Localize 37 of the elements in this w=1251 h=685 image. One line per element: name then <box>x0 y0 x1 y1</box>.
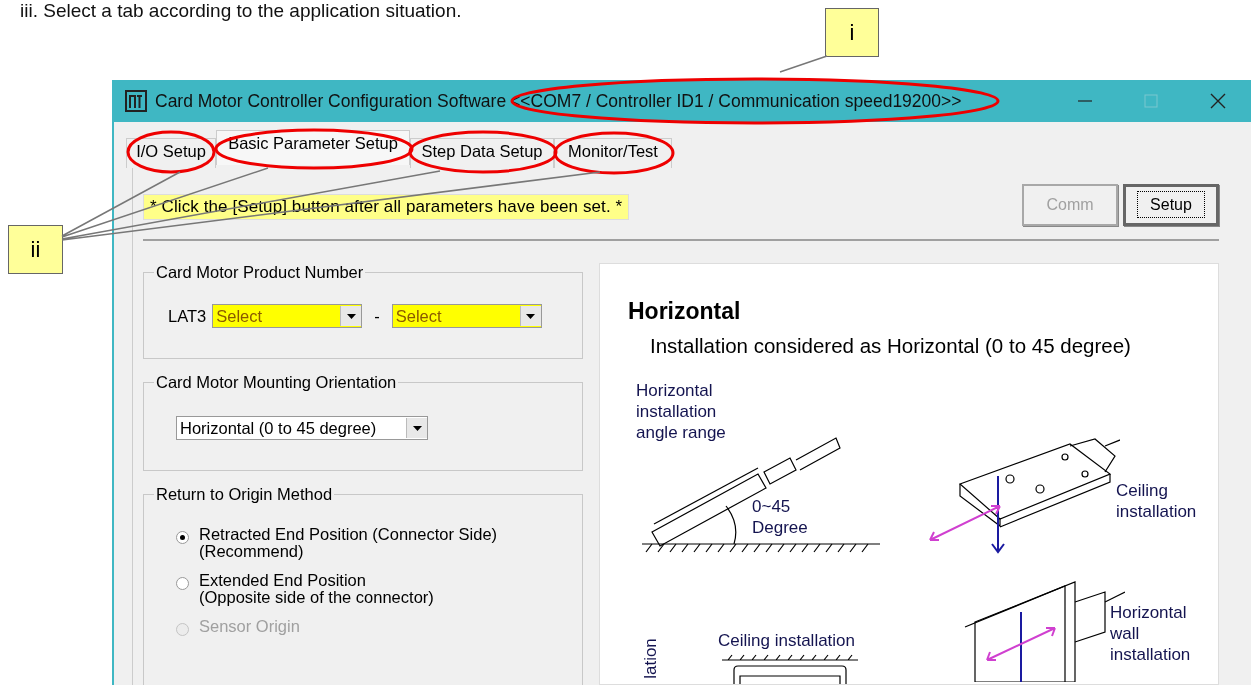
option-label: Retracted End Position (Connector Side) <box>199 526 498 543</box>
app-logo-icon <box>125 90 147 112</box>
radio-button[interactable] <box>176 531 189 544</box>
diagram-label: Ceiling installation <box>1116 480 1198 522</box>
dropdown-arrow-icon <box>412 425 422 431</box>
tab[interactable]: Step Data Setup <box>410 138 554 168</box>
diagram-label: lation <box>639 638 661 679</box>
close-icon[interactable] <box>1210 93 1226 109</box>
option-note: (Recommend) <box>199 543 305 560</box>
dropdown-arrow-icon <box>346 313 356 319</box>
preview-subtitle: Installation considered as Horizontal (0 to 45 degree) <box>650 334 1131 358</box>
diagram-label: Ceiling installation <box>718 630 856 651</box>
radio-button[interactable] <box>176 577 189 590</box>
group-title: Return to Origin Method <box>155 485 334 504</box>
preview-heading: Horizontal <box>628 298 741 325</box>
dropdown[interactable]: Select <box>391 304 542 328</box>
dropdown-arrow-icon <box>526 313 536 319</box>
callout-label: i <box>825 8 879 57</box>
group-title: Card Motor Product Number <box>155 263 365 282</box>
tab[interactable]: I/O Setup <box>126 138 216 168</box>
window-title: Card Motor Controller Configuration Software <box>155 90 507 112</box>
tab[interactable]: Monitor/Test <box>554 138 672 168</box>
leader-line <box>779 55 828 73</box>
diagram-label: Horizontal wall installation <box>1110 602 1192 665</box>
dropdown[interactable]: Horizontal (0 to 45 degree) <box>176 416 428 440</box>
option-note: (Opposite side of the connector) <box>199 589 434 606</box>
model-prefix: LAT3 <box>168 306 207 326</box>
diagram-label: Horizontal installation angle range <box>636 380 727 443</box>
option-label: Extended End Position <box>199 572 367 589</box>
instruction-text: iii. Select a tab according to the application situation. <box>19 0 463 23</box>
separator-text: - <box>374 306 380 326</box>
option-label: Sensor Origin <box>199 618 300 635</box>
dropdown[interactable]: Select <box>212 304 363 328</box>
action-button[interactable]: Setup <box>1123 184 1219 226</box>
group-title: Card Motor Mounting Orientation <box>155 373 398 392</box>
diagram-label: 0~45 Degree <box>752 496 809 538</box>
callout-label: ii <box>8 225 63 274</box>
